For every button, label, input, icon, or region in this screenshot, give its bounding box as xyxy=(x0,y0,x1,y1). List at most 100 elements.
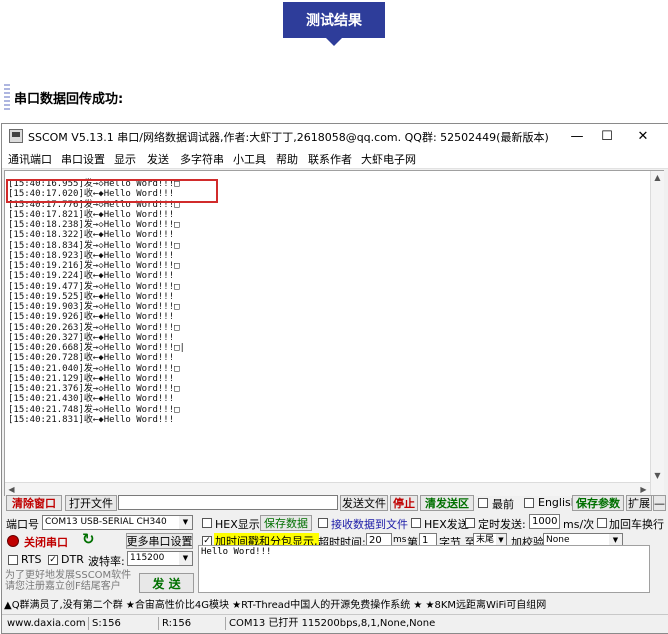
save-data-button[interactable]: 保存数据 xyxy=(260,515,312,531)
receive-log: [15:40:16.955]发→◇Hello Word!!!□ [15:40:17… xyxy=(8,179,185,425)
menu-help[interactable]: 帮助 xyxy=(276,151,298,167)
log-line: [15:40:20.263]发→◇Hello Word!!!□ xyxy=(8,322,180,333)
checksum-select-value: None xyxy=(546,535,570,545)
baud-select-value: 115200 xyxy=(130,553,165,563)
log-line: [15:40:20.327]收←◆Hello Word!!! xyxy=(8,332,175,343)
log-line: [15:40:20.728]收←◆Hello Word!!! xyxy=(8,353,175,364)
register-hint[interactable]: 为了更好地发展SSCOM软件 请您注册嘉立创F结尾客户 xyxy=(5,570,131,592)
menu-comm-port[interactable]: 通讯端口 xyxy=(8,151,52,167)
section-title: 串口数据回传成功: xyxy=(14,92,124,107)
timeout-unit: ms xyxy=(393,535,407,545)
english-checkbox[interactable] xyxy=(524,498,534,508)
collapse-button[interactable]: — xyxy=(653,495,666,511)
interval-unit: ms/次 xyxy=(563,518,595,531)
topmost-label: 最前 xyxy=(492,498,514,511)
topmost-checkbox[interactable] xyxy=(478,498,488,508)
log-line: [15:40:18.834]发→◇Hello Word!!!□ xyxy=(8,240,180,251)
title-bar: SSCOM V5.13.1 串口/网络数据调试器,作者:大虾丁丁,2618058… xyxy=(2,124,668,148)
log-line: [15:40:18.322]收←◆Hello Word!!! xyxy=(8,230,175,241)
chevron-down-icon: ▼ xyxy=(179,516,192,529)
recv-to-file-checkbox[interactable] xyxy=(318,518,328,528)
log-line: [15:40:21.831]收←◆Hello Word!!! xyxy=(8,414,175,425)
close-port-button[interactable]: 关闭串口 xyxy=(24,534,68,550)
port-status-icon xyxy=(7,535,19,547)
clear-send-button[interactable]: 清发送区 xyxy=(420,495,474,511)
log-line: [15:40:17.821]收←◆Hello Word!!! xyxy=(8,209,175,220)
open-file-button[interactable]: 打开文件 xyxy=(65,495,117,511)
add-crlf-checkbox[interactable] xyxy=(597,518,607,528)
section-marker xyxy=(4,82,10,110)
stop-button[interactable]: 停止 xyxy=(390,495,418,511)
add-crlf-label: 加回车换行 xyxy=(609,518,664,531)
save-params-button[interactable]: 保存参数 xyxy=(572,495,624,511)
timed-send-label: 定时发送: xyxy=(478,518,526,531)
log-line: [15:40:21.748]发→◇Hello Word!!!□ xyxy=(8,404,180,415)
log-line: [15:40:21.129]收←◆Hello Word!!! xyxy=(8,373,175,384)
status-bar: www.daxia.com S:156 R:156 COM13 已打开 1152… xyxy=(2,614,668,633)
timed-send-checkbox[interactable] xyxy=(465,518,475,528)
scroll-down-icon[interactable]: ▼ xyxy=(651,469,664,482)
send-input[interactable]: Hello Word!!! xyxy=(198,545,650,593)
more-settings-button[interactable]: 更多串口设置 xyxy=(126,533,193,549)
log-line: [15:40:19.216]发→◇Hello Word!!!□ xyxy=(8,261,180,271)
hex-display-checkbox[interactable] xyxy=(202,518,212,528)
menu-tools[interactable]: 小工具 xyxy=(233,151,266,167)
vertical-scrollbar[interactable]: ▲ ▼ xyxy=(650,171,664,495)
menu-daxia-site[interactable]: 大虾电子网 xyxy=(361,151,416,167)
log-line: [15:40:19.224]收←◆Hello Word!!! xyxy=(8,271,175,282)
menu-send[interactable]: 发送 xyxy=(147,151,169,167)
receive-area[interactable]: [15:40:16.955]发→◇Hello Word!!!□ [15:40:17… xyxy=(4,170,664,496)
window-title: SSCOM V5.13.1 串口/网络数据调试器,作者:大虾丁丁,2618058… xyxy=(28,131,549,144)
recv-to-file-label: 接收数据到文件 xyxy=(331,518,408,531)
hex-send-checkbox[interactable] xyxy=(411,518,421,528)
banner-arrow xyxy=(326,38,342,46)
news-ticker[interactable]: ▲Q群满员了,没有第二个群 ★合宙高性价比4G模块 ★RT-Thread中国人的… xyxy=(2,596,668,612)
clear-window-button[interactable]: 清除窗口 xyxy=(6,495,62,511)
minimize-button[interactable]: — xyxy=(562,127,592,145)
rts-checkbox[interactable] xyxy=(8,555,18,565)
status-port-state: COM13 已打开 115200bps,8,1,None,None xyxy=(229,618,436,629)
menu-multi-string[interactable]: 多字符串 xyxy=(180,151,224,167)
menu-bar: 通讯端口 串口设置 显示 发送 多字符串 小工具 帮助 联系作者 大虾电子网 xyxy=(2,148,668,169)
maximize-button[interactable]: ☐ xyxy=(592,127,622,145)
sscom-window: SSCOM V5.13.1 串口/网络数据调试器,作者:大虾丁丁,2618058… xyxy=(1,123,668,634)
refresh-icon[interactable]: ↻ xyxy=(82,530,95,548)
end-select-value: 末尾 xyxy=(476,535,495,545)
port-label: 端口号 xyxy=(6,518,39,531)
port-select[interactable]: COM13 USB-SERIAL CH340 ▼ xyxy=(42,515,193,530)
menu-display[interactable]: 显示 xyxy=(114,151,136,167)
close-button[interactable]: ✕ xyxy=(628,127,658,145)
baud-select[interactable]: 115200 ▼ xyxy=(127,551,193,566)
hex-send-label: HEX发送 xyxy=(424,518,469,531)
log-line: [15:40:18.923]收←◆Hello Word!!! xyxy=(8,250,175,261)
file-path-field[interactable] xyxy=(118,495,338,510)
menu-port-settings[interactable]: 串口设置 xyxy=(61,151,105,167)
log-line: [15:40:19.903]发→◇Hello Word!!!□ xyxy=(8,302,180,312)
highlight-box xyxy=(6,179,218,203)
send-text: Hello Word!!! xyxy=(201,547,272,557)
horizontal-scrollbar[interactable]: ◀ ▶ xyxy=(5,482,650,496)
rts-label: RTS xyxy=(21,553,42,566)
status-recv-count: R:156 xyxy=(162,618,192,629)
status-sent-count: S:156 xyxy=(92,618,121,629)
chevron-down-icon: ▼ xyxy=(179,552,192,565)
send-file-button[interactable]: 发送文件 xyxy=(340,495,388,511)
log-line: [15:40:19.926]收←◆Hello Word!!! xyxy=(8,312,175,323)
port-select-value: COM13 USB-SERIAL CH340 xyxy=(45,517,167,527)
dtr-checkbox[interactable]: ✓ xyxy=(48,555,58,565)
hex-display-label: HEX显示 xyxy=(215,518,260,531)
expand-button[interactable]: 扩展 xyxy=(626,495,652,511)
send-button[interactable]: 发 送 xyxy=(139,573,194,593)
baud-label: 波特率: xyxy=(88,555,125,568)
status-url[interactable]: www.daxia.com xyxy=(4,617,86,630)
scroll-up-icon[interactable]: ▲ xyxy=(651,171,664,184)
app-icon xyxy=(9,129,23,143)
log-line: [15:40:20.668]发→◇Hello Word!!!□| xyxy=(8,343,185,353)
interval-input[interactable]: 1000 xyxy=(529,514,560,529)
dtr-label: DTR xyxy=(61,553,84,566)
log-line: [15:40:18.238]发→◇Hello Word!!!□ xyxy=(8,220,180,230)
log-line: [15:40:21.430]收←◆Hello Word!!! xyxy=(8,394,175,405)
menu-contact[interactable]: 联系作者 xyxy=(308,151,352,167)
banner-title: 测试结果 xyxy=(283,2,385,38)
log-line: [15:40:19.477]发→◇Hello Word!!!□ xyxy=(8,281,180,292)
